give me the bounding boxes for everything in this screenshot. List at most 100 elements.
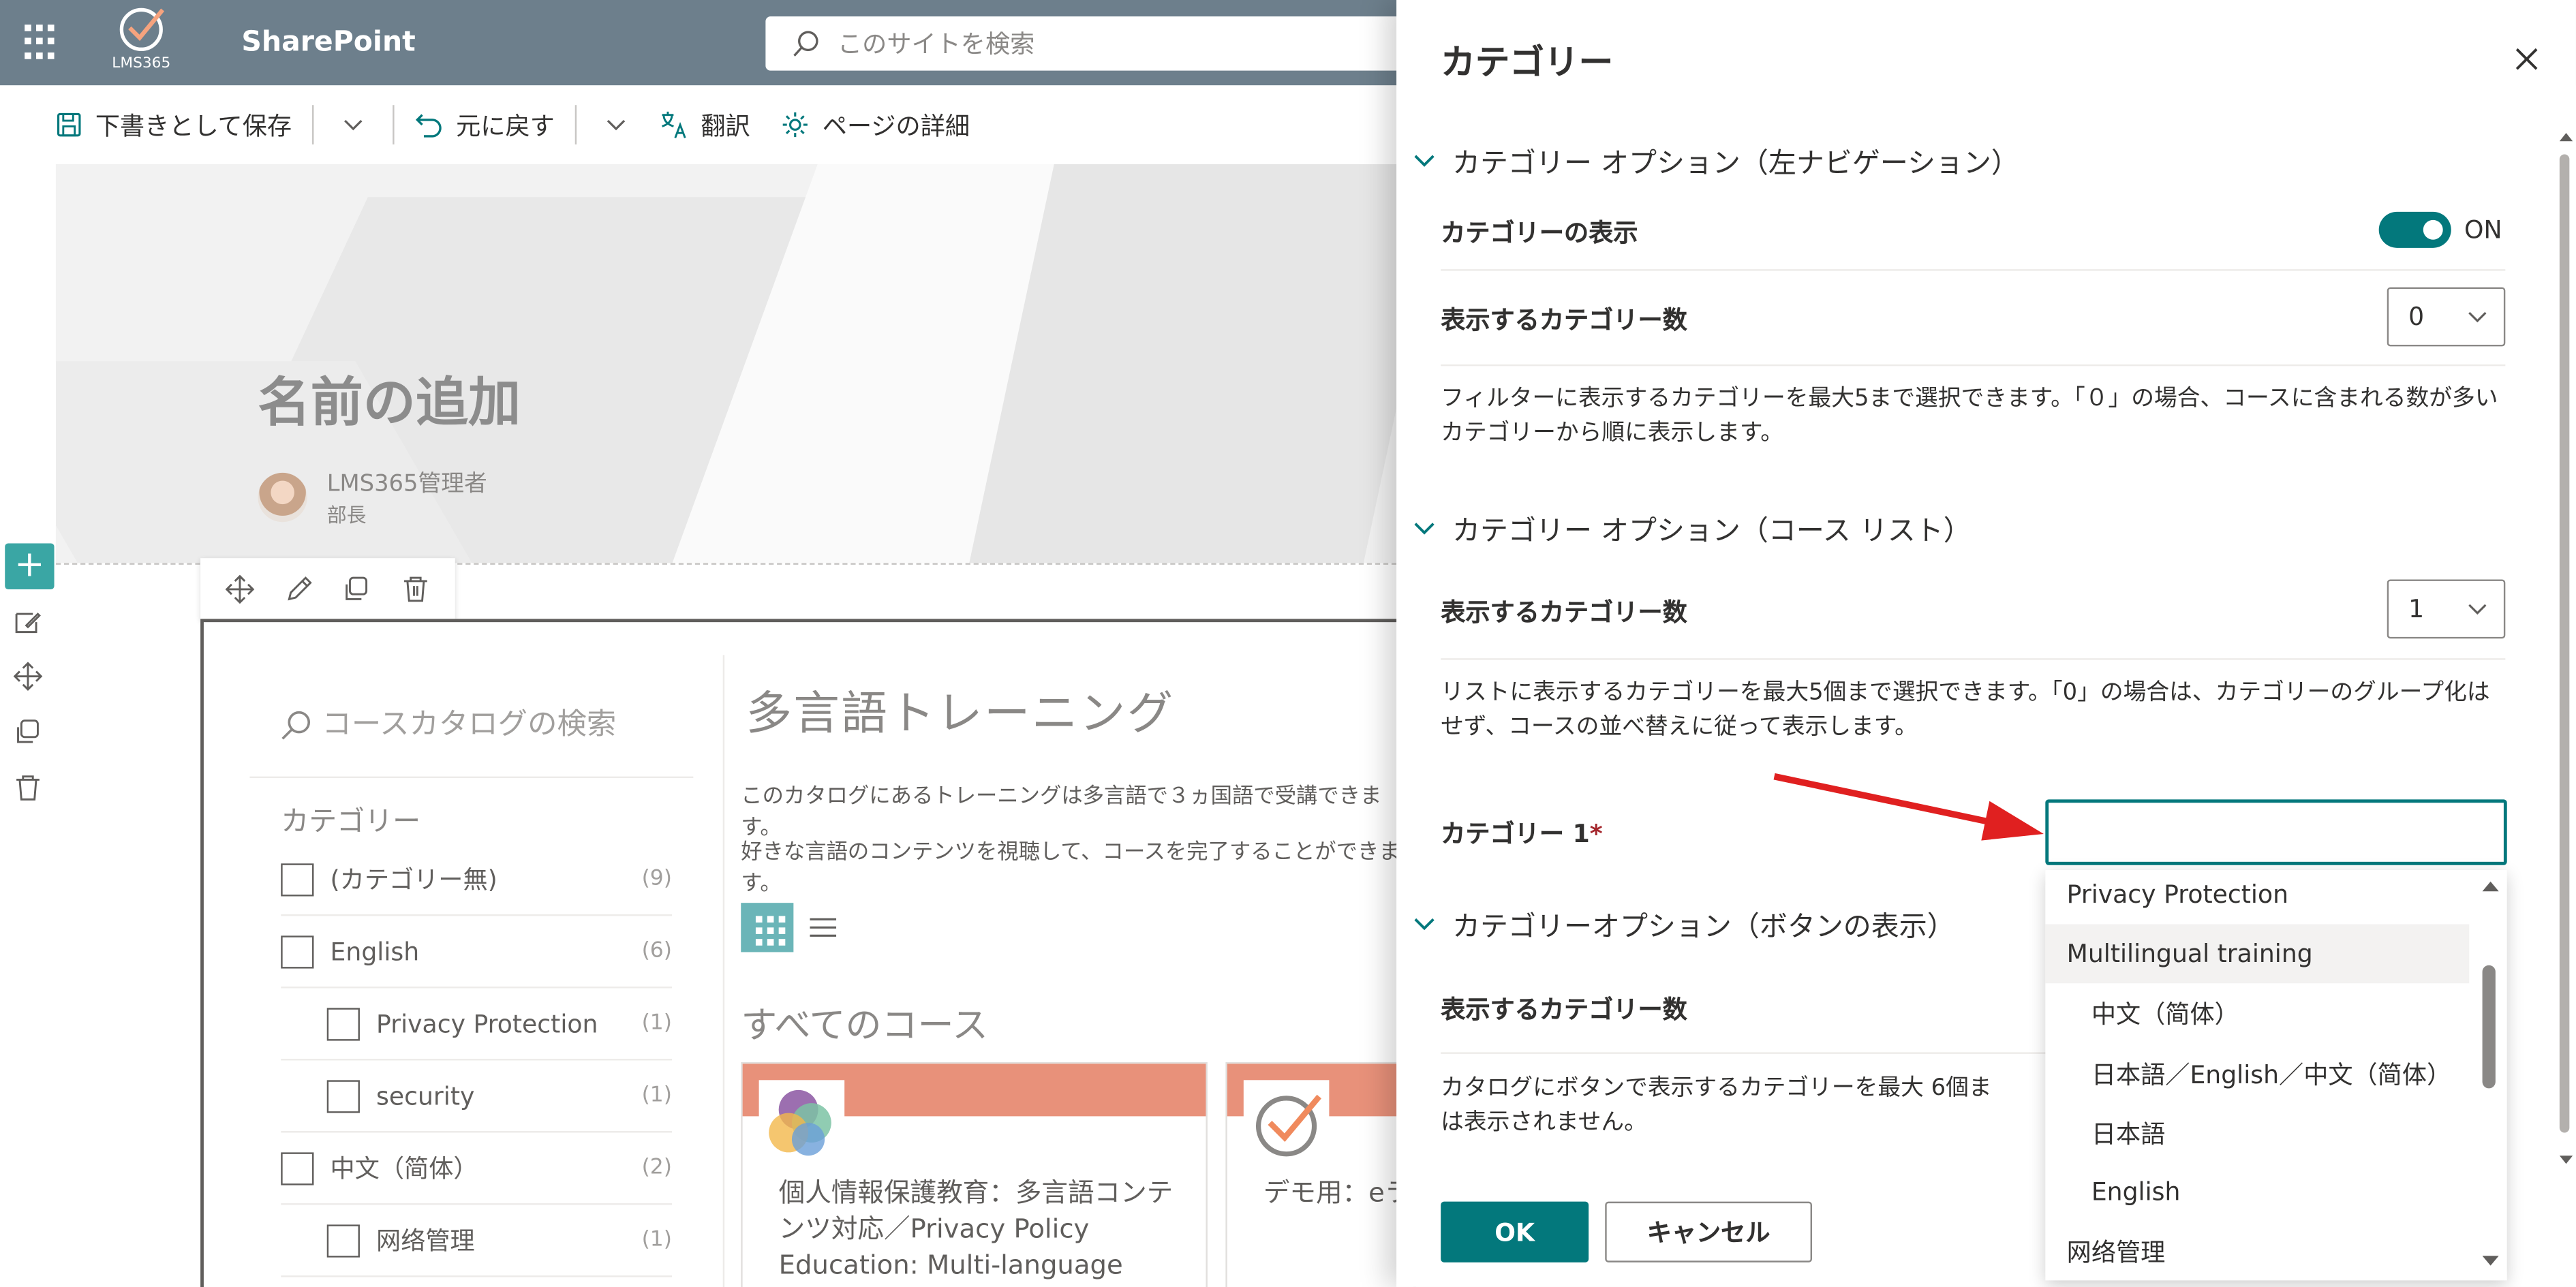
add-section-button[interactable]: +: [5, 543, 55, 589]
section-toggle-buttons[interactable]: カテゴリーオプション（ボタンの表示）: [1413, 903, 1955, 944]
section-toggle-left-nav[interactable]: カテゴリー オプション（左ナビゲーション）: [1413, 140, 2019, 181]
category-filter-list: (カテゴリー無) (9) English (6) Privacy Protect…: [281, 843, 672, 1277]
course-thumbnail: [1243, 1080, 1330, 1166]
dropdown-option[interactable]: Multilingual training: [2045, 924, 2470, 984]
catalog-description: このカタログにあるトレーニングは多言語で３ヵ国語で受講できます。: [741, 784, 1382, 841]
delete-section-icon[interactable]: [13, 773, 42, 803]
toggle-state-text: ON: [2464, 215, 2502, 245]
category-count-label: 表示するカテゴリー数: [1441, 305, 1687, 335]
save-draft-button[interactable]: 下書きとして保存: [56, 85, 292, 164]
category-label: 中文（简体）: [330, 1153, 478, 1184]
course-card[interactable]: 個人情報保護教育：多言語コンテンツ対応／Privacy Policy Educa…: [741, 1061, 1208, 1287]
site-search-input[interactable]: [838, 29, 1423, 59]
category-filter-item[interactable]: 网络管理 (1): [281, 1205, 672, 1277]
divider: [574, 105, 577, 145]
dropdown-option[interactable]: 日本語／English／中文（简体）: [2045, 1044, 2469, 1103]
cancel-button[interactable]: キャンセル: [1605, 1201, 1813, 1262]
category-count-select[interactable]: 0: [2387, 287, 2506, 347]
divider: [1441, 658, 2506, 660]
move-section-icon[interactable]: [13, 662, 43, 691]
dropdown-option[interactable]: Privacy Protection: [2045, 870, 2469, 925]
move-icon[interactable]: [225, 574, 254, 604]
course-catalog-webpart: カテゴリー (カテゴリー無) (9) English (6) Privacy P…: [200, 619, 1417, 1287]
section-title: カテゴリーオプション（ボタンの表示）: [1452, 911, 1955, 944]
category-filter-item[interactable]: (カテゴリー無) (9): [281, 843, 672, 916]
save-icon: [57, 112, 81, 137]
site-search-box[interactable]: [765, 16, 1423, 71]
lms365-logo[interactable]: LMS365: [99, 5, 184, 80]
category-filter-item[interactable]: security (1): [281, 1060, 672, 1133]
avatar: [258, 472, 307, 523]
duplicate-section-icon[interactable]: [13, 717, 42, 747]
section-title: カテゴリー オプション（左ナビゲーション）: [1452, 147, 2019, 181]
panel-title: カテゴリー: [1441, 42, 1614, 82]
category-filter-item[interactable]: Privacy Protection (1): [281, 988, 672, 1061]
category-label: Privacy Protection: [376, 1008, 598, 1038]
edit-section-icon[interactable]: [13, 607, 42, 636]
translate-button[interactable]: 翻訳: [658, 85, 750, 164]
close-icon[interactable]: [2511, 43, 2543, 76]
undo-options-dropdown[interactable]: [596, 85, 635, 164]
divider: [392, 105, 394, 145]
scroll-up-icon[interactable]: [2479, 878, 2502, 895]
category-1-label: カテゴリー 1*: [1441, 816, 1603, 850]
app-launcher-icon[interactable]: [25, 25, 61, 61]
checkbox[interactable]: [281, 935, 314, 968]
dropdown-option[interactable]: English: [2045, 1162, 2469, 1222]
list-view-icon[interactable]: [808, 914, 838, 941]
catalog-search-box[interactable]: [279, 707, 684, 743]
scroll-down-icon[interactable]: [2556, 1152, 2576, 1168]
delete-icon[interactable]: [401, 574, 431, 604]
author-role: 部長: [326, 503, 367, 527]
page-title[interactable]: 名前の追加: [258, 361, 521, 437]
show-categories-toggle[interactable]: [2378, 211, 2451, 248]
chevron-down-icon: [1414, 917, 1435, 930]
course-title: 個人情報保護教育：多言語コンテンツ対応／Privacy Policy Educa…: [778, 1177, 1174, 1281]
category-1-combobox[interactable]: [2045, 799, 2507, 865]
undo-icon: [414, 114, 441, 138]
translate-icon: [661, 111, 686, 138]
dropdown-scrollbar[interactable]: [2476, 870, 2507, 1280]
search-icon: [281, 710, 311, 739]
category-filter-item[interactable]: English (6): [281, 916, 672, 989]
catalog-search-input[interactable]: [322, 707, 684, 743]
save-options-dropdown[interactable]: [333, 85, 372, 164]
scroll-down-icon[interactable]: [2479, 1252, 2502, 1269]
gear-icon: [782, 112, 807, 138]
undo-button[interactable]: 元に戻す: [413, 85, 555, 164]
divider: [249, 776, 694, 779]
checkbox[interactable]: [326, 1007, 360, 1040]
logo-text: LMS365: [112, 55, 171, 73]
category-count: (1): [641, 1011, 672, 1036]
scroll-up-icon[interactable]: [2556, 128, 2576, 144]
category-count: (1): [641, 1083, 672, 1108]
ok-button[interactable]: OK: [1441, 1201, 1589, 1262]
checkbox[interactable]: [281, 863, 314, 896]
edit-pencil-icon[interactable]: [283, 574, 313, 604]
section-toggle-course-list[interactable]: カテゴリー オプション（コース リスト）: [1413, 508, 1972, 548]
author-byline: LMS365管理者 部長: [258, 466, 487, 529]
scrollbar-thumb[interactable]: [2559, 154, 2570, 1133]
panel-scrollbar[interactable]: [2553, 125, 2573, 1175]
app-name[interactable]: SharePoint: [241, 27, 415, 59]
dropdown-option[interactable]: 网络管理: [2045, 1222, 2469, 1281]
checkbox[interactable]: [326, 1079, 360, 1113]
course-card[interactable]: デモ用：eラ: [1225, 1061, 1413, 1287]
catalog-title: 多言語トレーニング: [746, 686, 1175, 741]
checkbox[interactable]: [281, 1151, 314, 1185]
checkbox[interactable]: [326, 1224, 360, 1257]
category-count-select[interactable]: 1: [2387, 579, 2506, 639]
grid-view-button[interactable]: [741, 903, 794, 952]
dropdown-option[interactable]: 中文（简体）: [2045, 983, 2469, 1042]
page-details-button[interactable]: ページの詳細: [780, 85, 970, 164]
select-value: 0: [2408, 302, 2425, 332]
chevron-down-icon: [1414, 154, 1435, 166]
category-filter-item[interactable]: 中文（简体） (2): [281, 1132, 672, 1205]
course-thumbnail: [758, 1080, 845, 1166]
hero-banner: 名前の追加 LMS365管理者 部長: [55, 164, 1413, 563]
show-categories-label: カテゴリーの表示: [1441, 218, 1638, 248]
dropdown-option[interactable]: 日本語: [2045, 1103, 2469, 1162]
scrollbar-thumb[interactable]: [2482, 965, 2496, 1089]
help-text: リストに表示するカテゴリーを最大5個まで選択できます。「0」の場合は、カテゴリー…: [1441, 679, 2490, 741]
duplicate-icon[interactable]: [342, 574, 371, 604]
